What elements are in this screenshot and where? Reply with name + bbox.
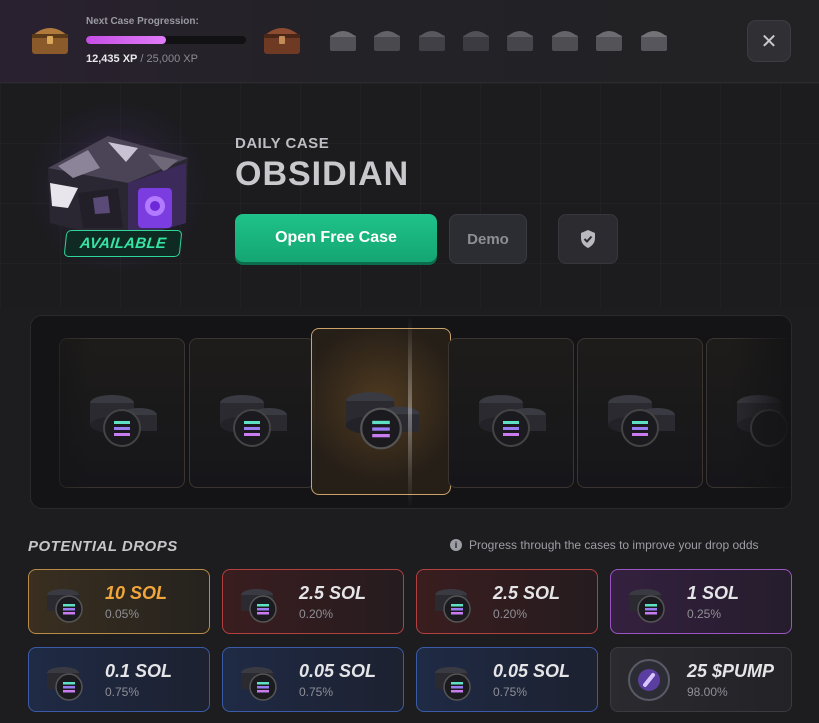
reel-item-selected [311, 328, 451, 495]
sol-coin-icon [233, 577, 289, 627]
drop-odds-note: i Progress through the cases to improve … [450, 538, 759, 552]
reel-fade-left [31, 316, 91, 508]
drop-card: 10 SOL 0.05% [28, 569, 210, 634]
reel-pointer [408, 316, 412, 508]
locked-case-icon [552, 31, 578, 51]
drop-name: 25 $PUMP [687, 660, 775, 681]
xp-separator: / [137, 53, 147, 65]
open-free-case-button[interactable]: Open Free Case [235, 214, 437, 262]
drop-chance: 0.25% [687, 606, 722, 621]
drop-name: 10 SOL [105, 582, 168, 603]
drop-card: 0.05 SOL 0.75% [416, 647, 598, 712]
sol-coin-icon [39, 655, 95, 705]
locked-case-icon [507, 31, 533, 51]
xp-readout: 12,435 XP / 25,000 XP [86, 53, 198, 65]
drop-meta: 1 SOL 0.25% [687, 583, 739, 621]
drop-chance: 0.75% [299, 684, 334, 699]
drop-chance: 0.75% [105, 684, 140, 699]
drop-chance: 0.05% [105, 606, 140, 621]
reel-item [577, 338, 703, 488]
pump-token-icon [621, 655, 677, 705]
reel-item [448, 338, 574, 488]
drop-card: 1 SOL 0.25% [610, 569, 792, 634]
drop-card: 25 $PUMP 98.00% [610, 647, 792, 712]
sol-coin-stack-icon [220, 395, 287, 447]
provably-fair-button[interactable] [558, 214, 618, 264]
demo-button[interactable]: Demo [449, 214, 527, 264]
drop-meta: 10 SOL 0.05% [105, 583, 167, 621]
progression-label: Next Case Progression: [86, 16, 199, 27]
close-icon: ✕ [760, 30, 778, 53]
progression-track [86, 36, 246, 44]
drop-odds-note-text: Progress through the cases to improve yo… [469, 538, 759, 552]
locked-case-icon [419, 31, 445, 51]
drop-name: 1 SOL [687, 582, 740, 603]
sol-coin-icon [427, 577, 483, 627]
drop-chance: 0.75% [493, 684, 528, 699]
sol-coin-stack-icon [479, 395, 546, 447]
sol-coin-icon [39, 577, 95, 627]
case-reel [30, 315, 792, 509]
drop-name: 2.5 SOL [493, 582, 561, 603]
reel-fade-right [731, 316, 791, 508]
xp-current: 12,435 XP [86, 53, 138, 65]
sol-coin-icon [427, 655, 483, 705]
drop-card: 2.5 SOL 0.20% [222, 569, 404, 634]
info-icon: i [450, 539, 462, 551]
progression-bar: Next Case Progression: 12,435 XP / 25,00… [0, 0, 819, 83]
drop-name: 2.5 SOL [299, 582, 367, 603]
drop-card: 0.05 SOL 0.75% [222, 647, 404, 712]
locked-case-icon [374, 31, 400, 51]
reel-item [189, 338, 315, 488]
case-title: OBSIDIAN [235, 155, 410, 193]
locked-case-icon [596, 31, 622, 51]
locked-case-icon [641, 31, 667, 51]
drop-chance: 98.00% [687, 684, 728, 699]
drop-name: 0.05 SOL [299, 660, 377, 681]
close-button[interactable]: ✕ [747, 20, 791, 62]
next-case-icon [264, 28, 300, 54]
drop-meta: 0.05 SOL 0.75% [299, 661, 376, 699]
sol-coin-stack-icon [608, 395, 675, 447]
xp-max: 25,000 XP [146, 53, 198, 65]
locked-case-icon [330, 31, 356, 51]
drop-chance: 0.20% [493, 606, 528, 621]
progression-fill [86, 36, 166, 44]
sol-coin-stack-icon [345, 391, 420, 449]
drop-meta: 2.5 SOL 0.20% [493, 583, 560, 621]
obsidian-case-image [48, 136, 188, 240]
drop-chance: 0.20% [299, 606, 334, 621]
drop-name: 0.1 SOL [105, 660, 173, 681]
drop-card: 0.1 SOL 0.75% [28, 647, 210, 712]
sol-coin-icon [621, 577, 677, 627]
case-subtitle: DAILY CASE [235, 135, 330, 152]
shield-check-icon [581, 230, 595, 248]
availability-badge: AVAILABLE [63, 230, 183, 257]
drop-card: 2.5 SOL 0.20% [416, 569, 598, 634]
locked-case-icon [463, 31, 489, 51]
drop-meta: 2.5 SOL 0.20% [299, 583, 366, 621]
drop-meta: 0.05 SOL 0.75% [493, 661, 570, 699]
drop-name: 0.05 SOL [493, 660, 571, 681]
drop-meta: 25 $PUMP 98.00% [687, 661, 774, 699]
drop-meta: 0.1 SOL 0.75% [105, 661, 172, 699]
potential-drops-heading: POTENTIAL DROPS [28, 538, 178, 555]
sol-coin-icon [233, 655, 289, 705]
wooden-case-icon [32, 28, 68, 54]
